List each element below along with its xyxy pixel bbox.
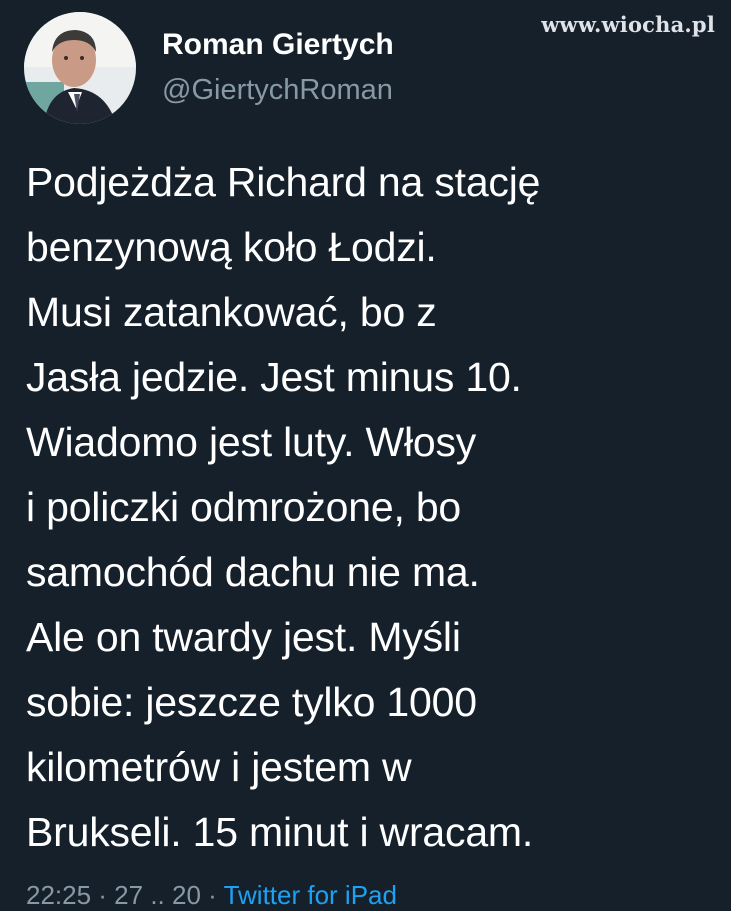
tweet-header: Roman Giertych @GiertychRoman bbox=[24, 12, 394, 124]
tweet-timestamp[interactable]: 22:25 · 27 .. 20 · bbox=[26, 880, 217, 910]
profile-photo-avatar-icon bbox=[24, 12, 136, 124]
tweet-footer: 22:25 · 27 .. 20 · Twitter for iPad bbox=[26, 880, 397, 911]
avatar[interactable] bbox=[24, 12, 136, 124]
author-handle[interactable]: @GiertychRoman bbox=[162, 70, 394, 110]
tweet-text: Podjeżdża Richard na stację benzynową ko… bbox=[26, 159, 541, 855]
tweet-source-link[interactable]: Twitter for iPad bbox=[224, 880, 397, 910]
author-display-name[interactable]: Roman Giertych bbox=[162, 26, 394, 64]
watermark: www.wiocha.pl bbox=[541, 12, 715, 37]
author-names: Roman Giertych @GiertychRoman bbox=[162, 12, 394, 110]
